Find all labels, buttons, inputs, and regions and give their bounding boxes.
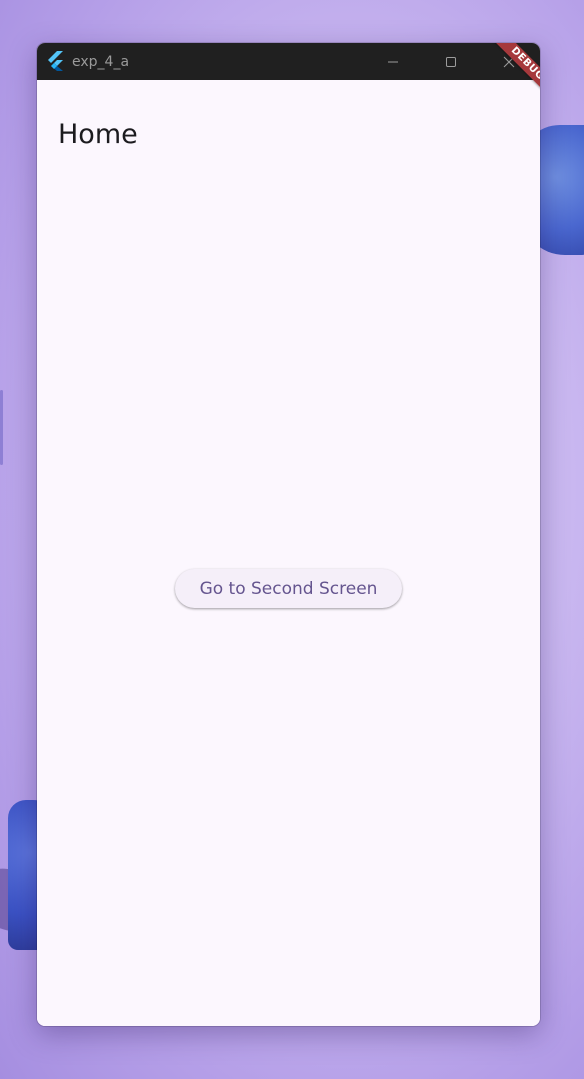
- page-title: Home: [58, 119, 138, 151]
- flutter-logo-icon: [48, 51, 63, 71]
- app-window: exp_4_a Home Go to Second Screen DEBUG: [37, 43, 540, 1026]
- minimize-icon: [388, 61, 398, 62]
- screen-body: Home Go to Second Screen: [37, 80, 540, 1026]
- maximize-button[interactable]: [422, 43, 480, 80]
- go-to-second-screen-button[interactable]: Go to Second Screen: [175, 569, 402, 608]
- wallpaper-shape: [0, 390, 3, 465]
- window-titlebar[interactable]: exp_4_a: [37, 43, 540, 80]
- desktop-wallpaper: exp_4_a Home Go to Second Screen DEBUG: [0, 0, 584, 1079]
- minimize-button[interactable]: [364, 43, 422, 80]
- close-icon: [503, 56, 515, 67]
- maximize-icon: [446, 56, 456, 67]
- window-title: exp_4_a: [72, 54, 130, 70]
- close-button[interactable]: [480, 43, 538, 80]
